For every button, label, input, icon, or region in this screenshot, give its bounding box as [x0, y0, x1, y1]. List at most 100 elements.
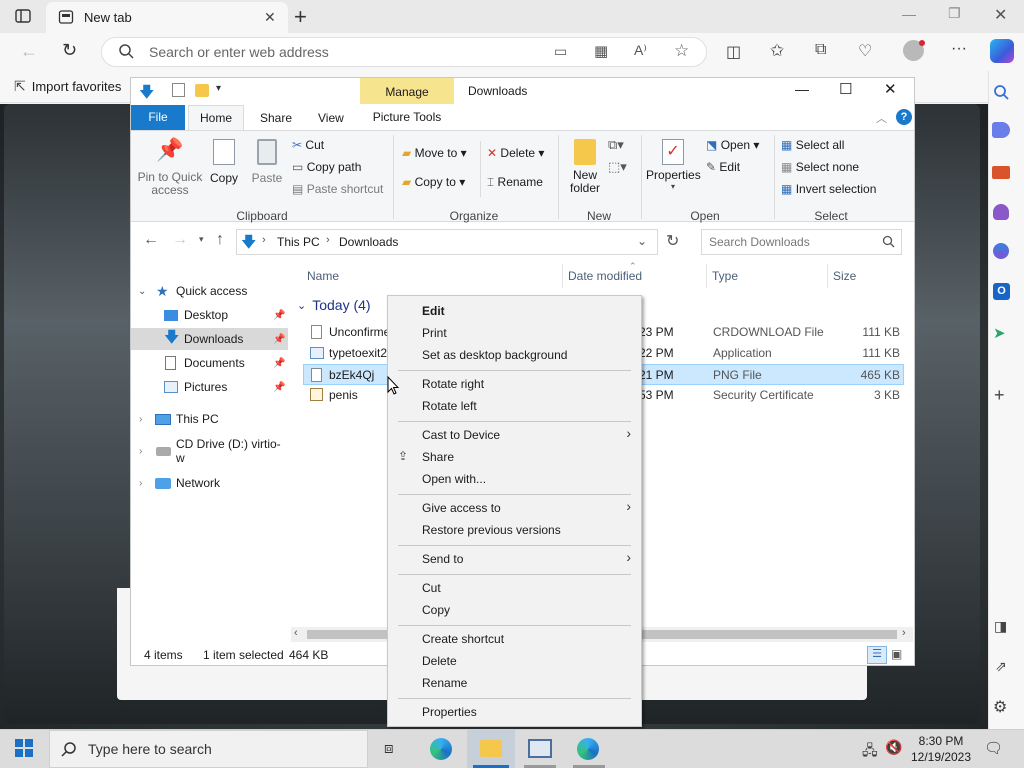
nav-cd-drive[interactable]: › CD Drive (D:) virtio-w	[131, 437, 288, 465]
breadcrumb-downloads[interactable]: Downloads	[339, 235, 398, 249]
sidebar-settings-icon[interactable]: ⚙	[993, 697, 1007, 717]
favorites-icon[interactable]: ✩	[770, 41, 784, 61]
nav-forward-button[interactable]: →	[172, 231, 188, 249]
paste-shortcut-button[interactable]: ▤ Paste shortcut	[292, 182, 383, 196]
clock[interactable]: 8:30 PM 12/19/2023	[906, 733, 976, 765]
nav-desktop[interactable]: Desktop 📌	[131, 304, 288, 326]
scroll-left-icon[interactable]: ‹	[294, 627, 298, 639]
network-tray-icon[interactable]: 🖧	[862, 740, 878, 764]
easy-access-icon[interactable]: ⬚▾	[608, 159, 627, 175]
open-external-icon[interactable]: ⇗	[995, 658, 1007, 675]
sidebar-search-icon[interactable]	[993, 84, 1009, 103]
breadcrumb-this-pc[interactable]: This PC	[277, 235, 320, 249]
close-explorer-button[interactable]: ✕	[884, 80, 897, 98]
column-type[interactable]: Type	[712, 269, 738, 283]
move-to-button[interactable]: ▰ Move to ▾	[402, 146, 467, 160]
column-size[interactable]: Size	[833, 269, 856, 283]
menu-item-rotate-right[interactable]: Rotate right	[422, 377, 484, 391]
menu-item-give-access[interactable]: Give access to	[422, 501, 501, 515]
address-breadcrumb[interactable]: 🡇 › This PC › Downloads ⌄	[236, 229, 658, 255]
hide-sidebar-icon[interactable]: ◨	[994, 618, 1007, 635]
close-browser-button[interactable]: ✕	[994, 5, 1007, 25]
menu-item-open-with[interactable]: Open with...	[422, 472, 486, 486]
tab-view[interactable]: View	[318, 111, 344, 125]
address-bar[interactable]: Search or enter web address ▭ ▦ A⁾ ☆	[101, 37, 707, 67]
menu-item-send-to[interactable]: Send to	[422, 552, 463, 566]
open-button[interactable]: ⬔ Open ▾	[706, 138, 759, 152]
menu-item-set-desktop-background[interactable]: Set as desktop background	[422, 348, 567, 362]
outlook-icon[interactable]: O	[993, 283, 1010, 300]
network-app-taskbar-icon[interactable]	[516, 730, 564, 768]
task-view-icon[interactable]: ⧈	[368, 730, 416, 768]
minimize-browser-button[interactable]: —	[902, 6, 916, 22]
group-header-today[interactable]: ⌄ Today (4)	[297, 297, 371, 313]
more-options-icon[interactable]: ···	[951, 40, 967, 58]
pin-quick-access-button[interactable]: 📌 Pin to Quick access	[137, 137, 203, 197]
restore-browser-button[interactable]: ❐	[948, 5, 961, 22]
maximize-explorer-button[interactable]: ☐	[839, 80, 852, 98]
select-all-button[interactable]: ▦ Select all	[781, 138, 844, 152]
games-icon[interactable]	[993, 204, 1009, 220]
nav-back-button[interactable]: ←	[143, 231, 159, 249]
split-screen-icon[interactable]: ◫	[726, 42, 741, 62]
tab-actions-icon[interactable]	[14, 7, 32, 25]
new-tab-button[interactable]: +	[294, 4, 307, 30]
notifications-icon[interactable]: 🗨	[984, 739, 1003, 757]
menu-item-share[interactable]: Share	[422, 450, 454, 464]
copilot-icon[interactable]	[990, 39, 1014, 63]
paste-button[interactable]: Paste	[249, 137, 285, 185]
column-name[interactable]: Name	[307, 269, 339, 283]
microsoft-365-icon[interactable]	[993, 243, 1009, 259]
browser-tab[interactable]: New tab ✕	[46, 2, 288, 33]
cut-button[interactable]: ✂ Cut	[292, 138, 324, 152]
tools-briefcase-icon[interactable]	[992, 166, 1010, 179]
browser-essentials-icon[interactable]: ♡	[858, 41, 872, 61]
copy-to-button[interactable]: ▰ Copy to ▾	[402, 175, 465, 189]
menu-item-rotate-left[interactable]: Rotate left	[422, 399, 477, 413]
menu-item-cast-to-device[interactable]: Cast to Device	[422, 428, 500, 442]
manage-tab[interactable]: Manage	[360, 78, 454, 105]
tab-home[interactable]: Home	[188, 105, 244, 131]
import-favorites-link[interactable]: ⇱ Import favorites	[14, 78, 121, 95]
menu-item-edit[interactable]: Edit	[422, 304, 445, 318]
nav-this-pc[interactable]: › This PC	[131, 408, 288, 430]
start-button[interactable]	[15, 739, 33, 760]
close-tab-icon[interactable]: ✕	[264, 9, 276, 26]
menu-item-print[interactable]: Print	[422, 326, 447, 340]
tab-picture-tools[interactable]: Picture Tools	[360, 105, 454, 130]
minimize-explorer-button[interactable]: —	[795, 81, 809, 97]
new-item-icon[interactable]: ⧉▾	[608, 137, 624, 153]
edit-button[interactable]: ✎ Edit	[706, 160, 740, 174]
search-downloads-input[interactable]: Search Downloads	[701, 229, 902, 255]
nav-pictures[interactable]: Pictures 📌	[131, 376, 288, 398]
tab-share[interactable]: Share	[260, 111, 292, 125]
scroll-right-icon[interactable]: ›	[902, 627, 906, 639]
shopping-tag-icon[interactable]	[992, 122, 1010, 138]
details-view-icon[interactable]: ☰	[867, 646, 887, 664]
volume-muted-icon[interactable]: 🔇	[885, 739, 902, 756]
back-button[interactable]: ←	[20, 41, 38, 62]
new-folder-button[interactable]: New folder	[563, 137, 607, 195]
properties-check-icon[interactable]	[172, 83, 185, 97]
recent-locations-icon[interactable]: ▾	[199, 234, 204, 245]
collapse-ribbon-icon[interactable]: ︿	[876, 110, 887, 126]
tab-file[interactable]: File	[131, 105, 185, 130]
menu-item-restore-versions[interactable]: Restore previous versions	[422, 523, 561, 537]
refresh-button[interactable]: ↻	[62, 40, 77, 61]
large-icons-view-icon[interactable]: ▣	[891, 647, 902, 661]
refresh-folder-button[interactable]: ↻	[666, 231, 679, 251]
menu-item-create-shortcut[interactable]: Create shortcut	[422, 632, 504, 646]
nav-quick-access[interactable]: ⌄ ★ Quick access	[131, 280, 288, 302]
edge-taskbar-icon[interactable]	[418, 730, 466, 768]
delete-button[interactable]: ✕ Delete ▾	[487, 146, 544, 160]
menu-item-copy[interactable]: Copy	[422, 603, 450, 617]
select-none-button[interactable]: ▦ Select none	[781, 160, 859, 174]
rename-button[interactable]: ⌶ Rename	[487, 175, 543, 189]
read-aloud-icon[interactable]: A⁾	[634, 42, 647, 59]
nav-network[interactable]: › Network	[131, 472, 288, 494]
collections-icon[interactable]: ⧉	[815, 41, 826, 59]
sidebar-add-icon[interactable]: +	[994, 385, 1005, 406]
invert-selection-button[interactable]: ▦ Invert selection	[781, 182, 876, 196]
properties-button[interactable]: ✓ Properties ▾	[646, 137, 701, 191]
qat-dropdown-icon[interactable]: ▾	[216, 83, 221, 94]
